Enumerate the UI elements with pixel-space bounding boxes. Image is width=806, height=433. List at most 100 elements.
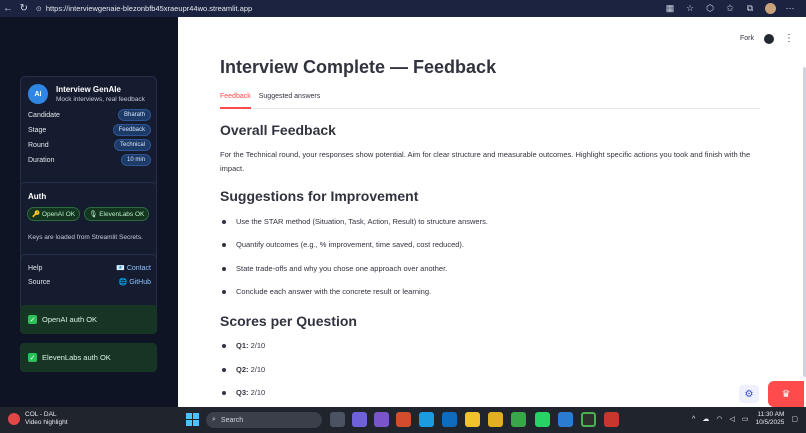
info-row-round: Round Technical [28,139,151,151]
volume-icon[interactable]: ◁ [729,415,734,423]
app-tagline: Mock interviews, real feedback [56,96,145,103]
source-row: Source 🌐 GitHub [28,278,151,287]
score-value: 2/10 [250,388,266,397]
bullet-icon [222,343,226,348]
page-title: Interview Complete — Feedback [220,57,497,77]
collections-icon[interactable]: ⧉ [742,1,758,16]
suggestion-text: Use the STAR method (Situation, Task, Ac… [236,217,488,226]
github-icon[interactable] [764,33,774,44]
weather-widget[interactable]: COL - DAL Video highlight [8,411,68,427]
info-row-stage: Stage Feedback [28,124,151,136]
check-icon: ✓ [28,315,37,324]
battery-icon[interactable]: ▭ [742,415,749,423]
auth-chips: 🔑 OpenAI OK 🎙 ElevenLabs OK [27,207,150,221]
scores-heading: Scores per Question [220,313,357,329]
tab-suggested-answers[interactable]: Suggested answers [259,93,320,109]
chrome-profile-icon[interactable] [511,412,526,427]
source-label: Source [28,278,51,286]
word-icon[interactable] [604,412,619,427]
search-placeholder: Search [220,416,244,424]
list-item: Conclude each answer with the concrete r… [222,287,431,296]
wifi-icon[interactable]: ◠ [716,415,722,423]
auth-title: Auth [28,192,47,201]
browser-actions: ▦ ☆ ⬡ ✩ ⧉ ⋯ [662,1,806,16]
clock-date: 10/5/2025 [755,419,785,426]
star-icon[interactable]: ☆ [682,1,698,16]
back-icon[interactable]: ← [0,0,16,17]
sports-icon [8,413,20,425]
widget-title: COL - DAL [25,411,57,418]
score-label: Q1: [236,341,249,350]
openai-auth-alert: ✓ OpenAI auth OK [20,305,157,334]
sidebar: AI Interview GenAIe Mock interviews, rea… [0,17,178,407]
tab-feedback[interactable]: Feedback [220,93,251,109]
chrome-icon[interactable] [488,412,503,427]
overall-feedback-heading: Overall Feedback [220,122,336,138]
windows-start-icon[interactable] [186,413,199,426]
elevenlabs-auth-alert: ✓ ElevenLabs auth OK [20,343,157,372]
search-icon: ⌕ [212,416,216,423]
contact-link[interactable]: 📧 Contact [116,264,151,272]
bullet-icon [222,266,226,271]
help-row: Help 📧 Contact [28,264,151,273]
task-view-icon[interactable] [330,412,345,427]
auth-note: Keys are loaded from Streamlit Secrets. [28,234,143,241]
cloud-icon[interactable]: ☁ [702,415,709,423]
bullet-icon [222,390,226,395]
favorites-icon[interactable]: ✩ [722,1,738,16]
overall-feedback-text: For the Technical round, your responses … [220,150,751,173]
fork-button[interactable]: Fork [740,35,754,42]
streamlit-crown-icon[interactable]: ♛ [768,381,804,407]
teams-icon[interactable] [374,412,389,427]
openai-auth-text: OpenAI auth OK [42,315,98,324]
copilot-icon[interactable] [352,412,367,427]
openai-status-chip: 🔑 OpenAI OK [27,207,81,221]
profile-card: AI Interview GenAIe Mock interviews, rea… [20,76,157,188]
bullet-icon [222,242,226,247]
apps-icon[interactable]: ▦ [662,1,678,16]
app-toolbar: Fork ⋮ [740,33,794,44]
score-value: 2/10 [250,341,266,350]
reload-icon[interactable]: ↻ [16,0,32,17]
github-link[interactable]: 🌐 GitHub [119,278,151,286]
whatsapp-icon[interactable] [535,412,550,427]
suggestions-heading: Suggestions for Improvement [220,188,419,204]
score-value: 2/10 [250,365,266,374]
taskbar-search[interactable]: ⌕ Search [206,412,322,428]
more-icon[interactable]: ⋯ [782,1,798,16]
tab-bar: Feedback Suggested answers [220,93,760,109]
assistant-bot-icon[interactable]: ⚙ [739,385,759,403]
list-item: Q1: 2/10 [222,341,265,350]
notifications-icon[interactable]: ▢ [791,415,798,423]
app-icon[interactable] [581,412,596,427]
chevron-up-icon[interactable]: ^ [692,416,695,423]
edge-icon[interactable] [419,412,434,427]
info-label: Round [28,141,49,149]
main-content: Fork ⋮ Interview Complete — Feedback Fee… [178,17,806,407]
file-explorer-icon[interactable] [465,412,480,427]
app-name: Interview GenAIe [56,85,121,94]
app-logo: AI [28,84,48,104]
clock[interactable]: 11:30 AM 10/5/2025 [755,411,784,427]
profile-avatar[interactable] [762,1,778,16]
office-icon[interactable] [396,412,411,427]
main-menu-icon[interactable]: ⋮ [784,33,794,44]
help-label: Help [28,264,43,272]
bullet-icon [222,219,226,224]
extensions-icon[interactable]: ⬡ [702,1,718,16]
info-value-badge: Feedback [112,124,151,136]
info-label: Duration [28,156,55,164]
info-value-badge: Technical [113,139,151,151]
vscode-icon[interactable] [558,412,573,427]
url-text: https://interviewgenaie-blezonbfb45xraeu… [45,4,253,13]
list-item: State trade-offs and why you chose one a… [222,264,447,273]
bullet-icon [222,367,226,372]
check-icon: ✓ [28,353,37,362]
suggestion-text: State trade-offs and why you chose one a… [236,264,448,273]
score-label: Q3: [236,388,249,397]
address-bar[interactable]: ⊙ https://interviewgenaie-blezonbfb45xra… [36,2,662,15]
site-info-icon[interactable]: ⊙ [36,5,46,13]
info-row-duration: Duration 10 min [28,154,151,166]
list-item: Use the STAR method (Situation, Task, Ac… [222,217,488,226]
outlook-icon[interactable] [442,412,457,427]
